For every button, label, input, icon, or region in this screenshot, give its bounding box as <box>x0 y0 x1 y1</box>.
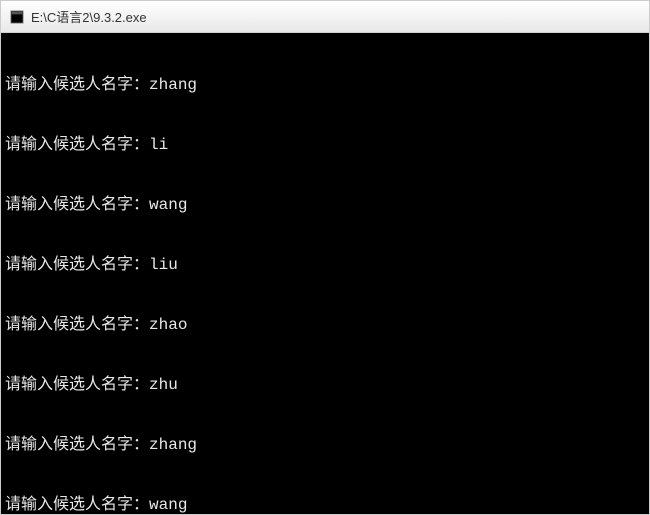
input-line: 请输入候选人名字：zhu <box>5 375 645 395</box>
console-window: E:\C语言2\9.3.2.exe 请输入候选人名字：zhang 请输入候选人名… <box>0 0 650 515</box>
console-output[interactable]: 请输入候选人名字：zhang 请输入候选人名字：li 请输入候选人名字：wang… <box>1 33 649 514</box>
input-line: 请输入候选人名字：wang <box>5 195 645 215</box>
input-line: 请输入候选人名字：liu <box>5 255 645 275</box>
input-line: 请输入候选人名字：zhang <box>5 435 645 455</box>
window-title: E:\C语言2\9.3.2.exe <box>31 7 147 26</box>
titlebar[interactable]: E:\C语言2\9.3.2.exe <box>1 1 649 33</box>
input-line: 请输入候选人名字：zhao <box>5 315 645 335</box>
input-line: 请输入候选人名字：zhang <box>5 75 645 95</box>
app-icon <box>9 9 25 25</box>
input-line: 请输入候选人名字：li <box>5 135 645 155</box>
input-line: 请输入候选人名字：wang <box>5 495 645 514</box>
